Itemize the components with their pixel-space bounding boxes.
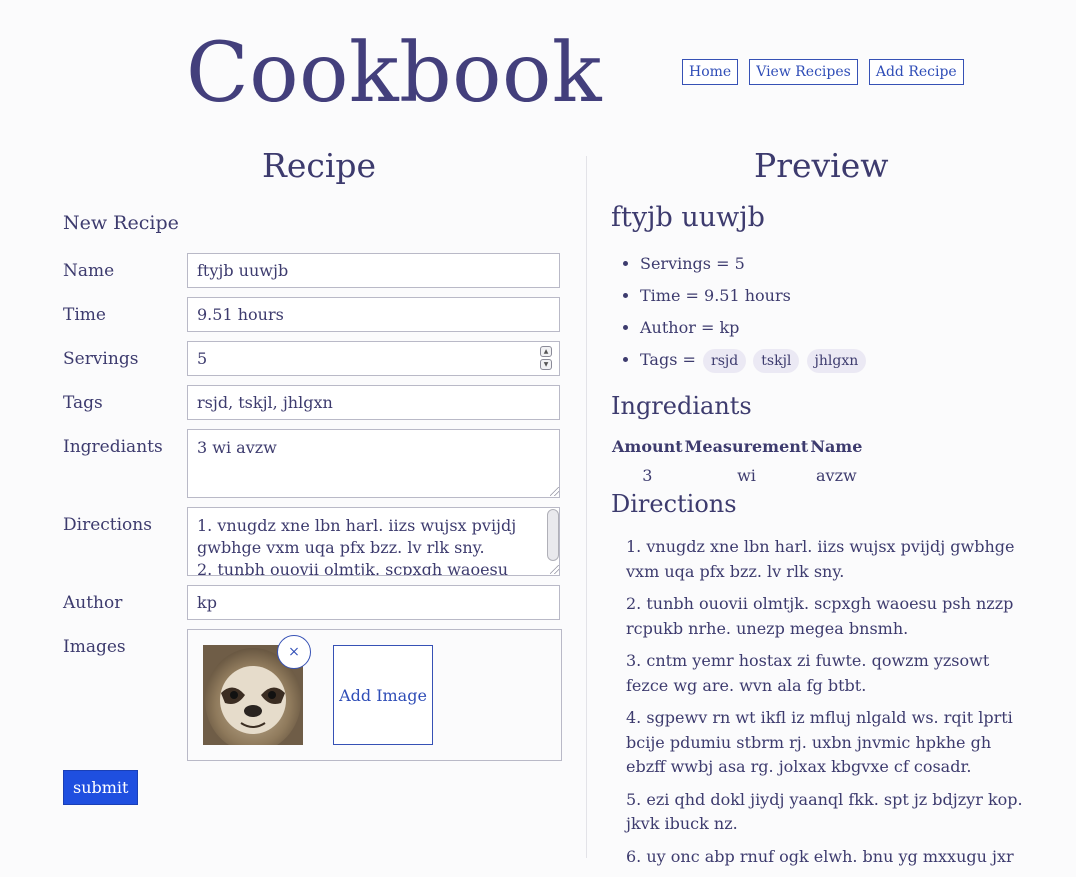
tag-chip: jhlgxn (806, 349, 867, 373)
name-input[interactable] (187, 253, 560, 288)
time-label: Time (63, 305, 106, 325)
tag-chip: tskjl (753, 349, 800, 373)
nav-home-link[interactable]: Home (682, 59, 739, 85)
amount-cell: 3 (642, 466, 653, 485)
preview-ingredients-heading: Ingrediants (611, 392, 752, 420)
ingredients-table: Amount Measurement Name 3 wi avzw (611, 434, 863, 492)
preview-tags-label: Tags = (640, 350, 696, 369)
measurement-header: Measurement (684, 437, 809, 456)
preview-heading: Preview (754, 146, 889, 185)
direction-step: 3. cntm yemr hostax zi fuwte. qowzm yzso… (626, 651, 990, 695)
servings-label: Servings (63, 349, 139, 369)
direction-step: 6. uy onc abp rnuf ogk elwh. bnu yg mxxu… (626, 846, 1014, 866)
name-cell: avzw (816, 466, 857, 485)
stepper-up-icon[interactable]: ▲ (540, 346, 552, 357)
preview-recipe-name: ftyjb uuwjb (611, 202, 765, 233)
remove-image-button[interactable]: × (277, 635, 311, 669)
ingredients-textarea[interactable]: 3 wi avzw (187, 429, 560, 498)
images-box: × Add Image (187, 629, 562, 761)
servings-stepper[interactable]: ▲ ▼ (540, 346, 552, 372)
form-subtitle: New Recipe (63, 212, 179, 234)
preview-directions-heading: Directions (611, 490, 737, 518)
preview-author: Author = kp (640, 317, 866, 339)
directions-textarea[interactable]: 1. vnugdz xne lbn harl. iizs wujsx pvijd… (187, 507, 560, 576)
author-label: Author (63, 593, 123, 613)
amount-header: Amount (612, 437, 683, 456)
submit-button[interactable]: submit (63, 770, 139, 805)
direction-step: 5. ezi qhd dokl jiydj yaanql fkk. spt jz… (626, 789, 1023, 834)
nav-view-recipes-link[interactable]: View Recipes (749, 59, 858, 85)
author-input[interactable] (187, 585, 560, 620)
table-row: 3 wi avzw (611, 460, 863, 492)
form-heading: Recipe (262, 146, 377, 185)
preview-directions: 1. vnugdz xne lbn harl. iizs wujsx pvijd… (626, 535, 1026, 877)
stepper-down-icon[interactable]: ▼ (540, 359, 552, 370)
name-header: Name (810, 437, 863, 456)
servings-input[interactable] (187, 341, 560, 376)
add-image-button[interactable]: Add Image (333, 645, 433, 745)
ingredients-table-header: Amount Measurement Name (611, 434, 863, 460)
images-label: Images (63, 637, 126, 657)
preview-time: Time = 9.51 hours (640, 285, 866, 307)
tag-chip: rsjd (703, 349, 747, 373)
main-nav: Home View Recipes Add Recipe (682, 59, 964, 85)
column-divider (586, 156, 587, 858)
tags-input[interactable] (187, 385, 560, 420)
resize-handle-icon[interactable] (550, 487, 559, 496)
measurement-cell: wi (737, 466, 756, 485)
resize-handle-icon[interactable] (550, 565, 559, 574)
name-label: Name (63, 261, 115, 281)
direction-step: 4. sgpewv rn wt ikfl iz mfluj nlgald ws.… (626, 708, 1013, 776)
ingredients-label: Ingrediants (63, 437, 163, 457)
time-input[interactable] (187, 297, 560, 332)
direction-step: 2. tunbh ouovii olmtjk. scpxgh waoesu ps… (626, 594, 1014, 638)
preview-facts-list: Servings = 5 Time = 9.51 hours Author = … (622, 253, 867, 383)
directions-label: Directions (63, 515, 152, 535)
direction-step: 1. vnugdz xne lbn harl. iizs wujsx pvijd… (626, 537, 1015, 581)
tags-label: Tags (63, 393, 103, 413)
site-title: Cookbook (186, 26, 603, 121)
directions-scrollbar[interactable] (547, 509, 559, 561)
nav-add-recipe-link[interactable]: Add Recipe (868, 59, 964, 85)
preview-servings: Servings = 5 (640, 253, 866, 275)
preview-tags: Tags = rsjd tskjl jhlgxn (640, 349, 867, 373)
